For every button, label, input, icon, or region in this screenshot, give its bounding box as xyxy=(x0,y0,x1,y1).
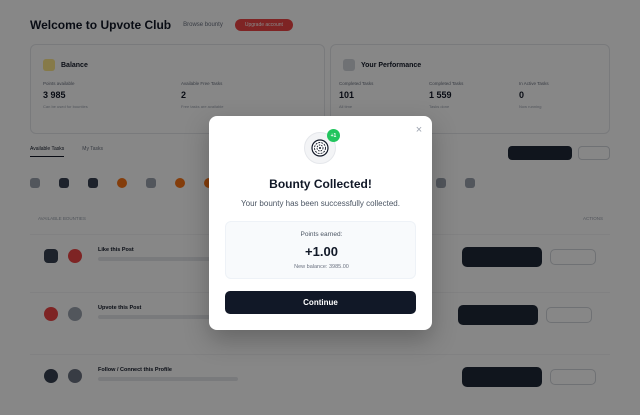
bounty-collected-modal: × +1 Bounty Collected! Your bounty has b… xyxy=(209,116,432,330)
new-balance: New balance: 3985.00 xyxy=(294,264,349,270)
close-icon[interactable]: × xyxy=(412,123,426,137)
points-value: +1.00 xyxy=(305,244,338,259)
continue-button[interactable]: Continue xyxy=(225,291,416,314)
points-label: Points earned: xyxy=(300,231,343,238)
fingerprint-icon xyxy=(311,139,329,157)
plus-one-badge: +1 xyxy=(327,129,340,142)
points-summary: Points earned: +1.00 New balance: 3985.0… xyxy=(225,221,416,279)
modal-description: Your bounty has been successfully collec… xyxy=(241,199,400,208)
bounty-badge: +1 xyxy=(304,129,340,164)
modal-title: Bounty Collected! xyxy=(269,177,372,191)
